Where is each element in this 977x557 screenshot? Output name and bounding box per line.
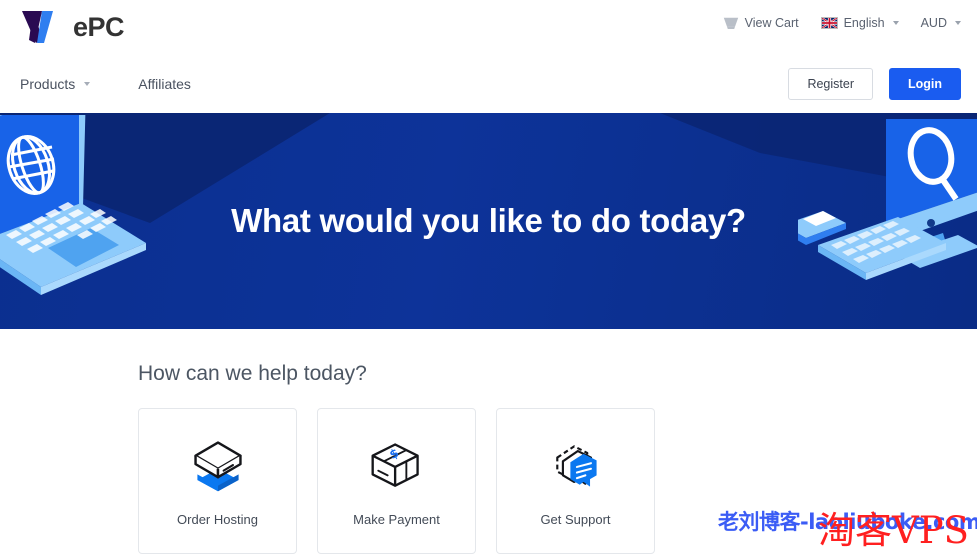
card-get-support-label: Get Support — [540, 512, 611, 527]
chat-bubbles-icon — [555, 445, 597, 487]
nav-item-products[interactable]: Products — [20, 76, 91, 92]
login-button[interactable]: Login — [888, 68, 961, 100]
currency-label: AUD — [920, 16, 947, 30]
chevron-down-icon — [892, 21, 899, 25]
nav-links: Products Affiliates — [20, 76, 191, 92]
server-stack-icon — [193, 441, 242, 492]
chevron-down-icon — [84, 82, 91, 86]
card-get-support[interactable]: Get Support — [496, 408, 655, 554]
page-root: ePC View Cart English AUD Products Affil… — [0, 0, 977, 557]
chevron-down-icon — [955, 21, 961, 25]
wepc-w-mark-icon — [22, 11, 53, 43]
watermark-red: 淘客VPS — [818, 509, 969, 552]
card-make-payment-label: Make Payment — [353, 512, 440, 527]
hero-banner: What would you like to do today? — [0, 113, 977, 329]
main-navigation: Products Affiliates Register Login — [0, 55, 977, 113]
view-cart-link[interactable]: View Cart — [723, 16, 799, 30]
top-utility-bar: ePC View Cart English AUD — [0, 0, 977, 55]
uk-flag-icon — [820, 17, 838, 29]
hero-title: What would you like to do today? — [231, 202, 746, 239]
currency-selector[interactable]: AUD — [921, 16, 961, 30]
language-selector[interactable]: English — [820, 16, 899, 30]
cart-icon — [723, 17, 738, 29]
nav-item-affiliates[interactable]: Affiliates — [138, 76, 191, 92]
language-label: English — [843, 16, 885, 30]
site-logo[interactable]: ePC — [20, 8, 125, 46]
view-cart-label: View Cart — [744, 16, 799, 30]
help-cards: Order Hosting $ Make Payment Get Support — [138, 408, 655, 554]
card-order-hosting[interactable]: Order Hosting — [138, 408, 297, 554]
card-make-payment[interactable]: $ Make Payment — [317, 408, 476, 554]
auth-buttons: Register Login — [788, 68, 961, 100]
help-section-title: How can we help today? — [138, 362, 367, 385]
money-box-icon: $ — [371, 443, 419, 487]
nav-item-products-label: Products — [20, 76, 76, 92]
register-button[interactable]: Register — [788, 68, 873, 100]
logo-text: ePC — [73, 11, 125, 42]
nav-item-affiliates-label: Affiliates — [138, 76, 191, 92]
card-order-hosting-label: Order Hosting — [177, 512, 258, 527]
utility-links: View Cart English AUD — [723, 16, 961, 30]
